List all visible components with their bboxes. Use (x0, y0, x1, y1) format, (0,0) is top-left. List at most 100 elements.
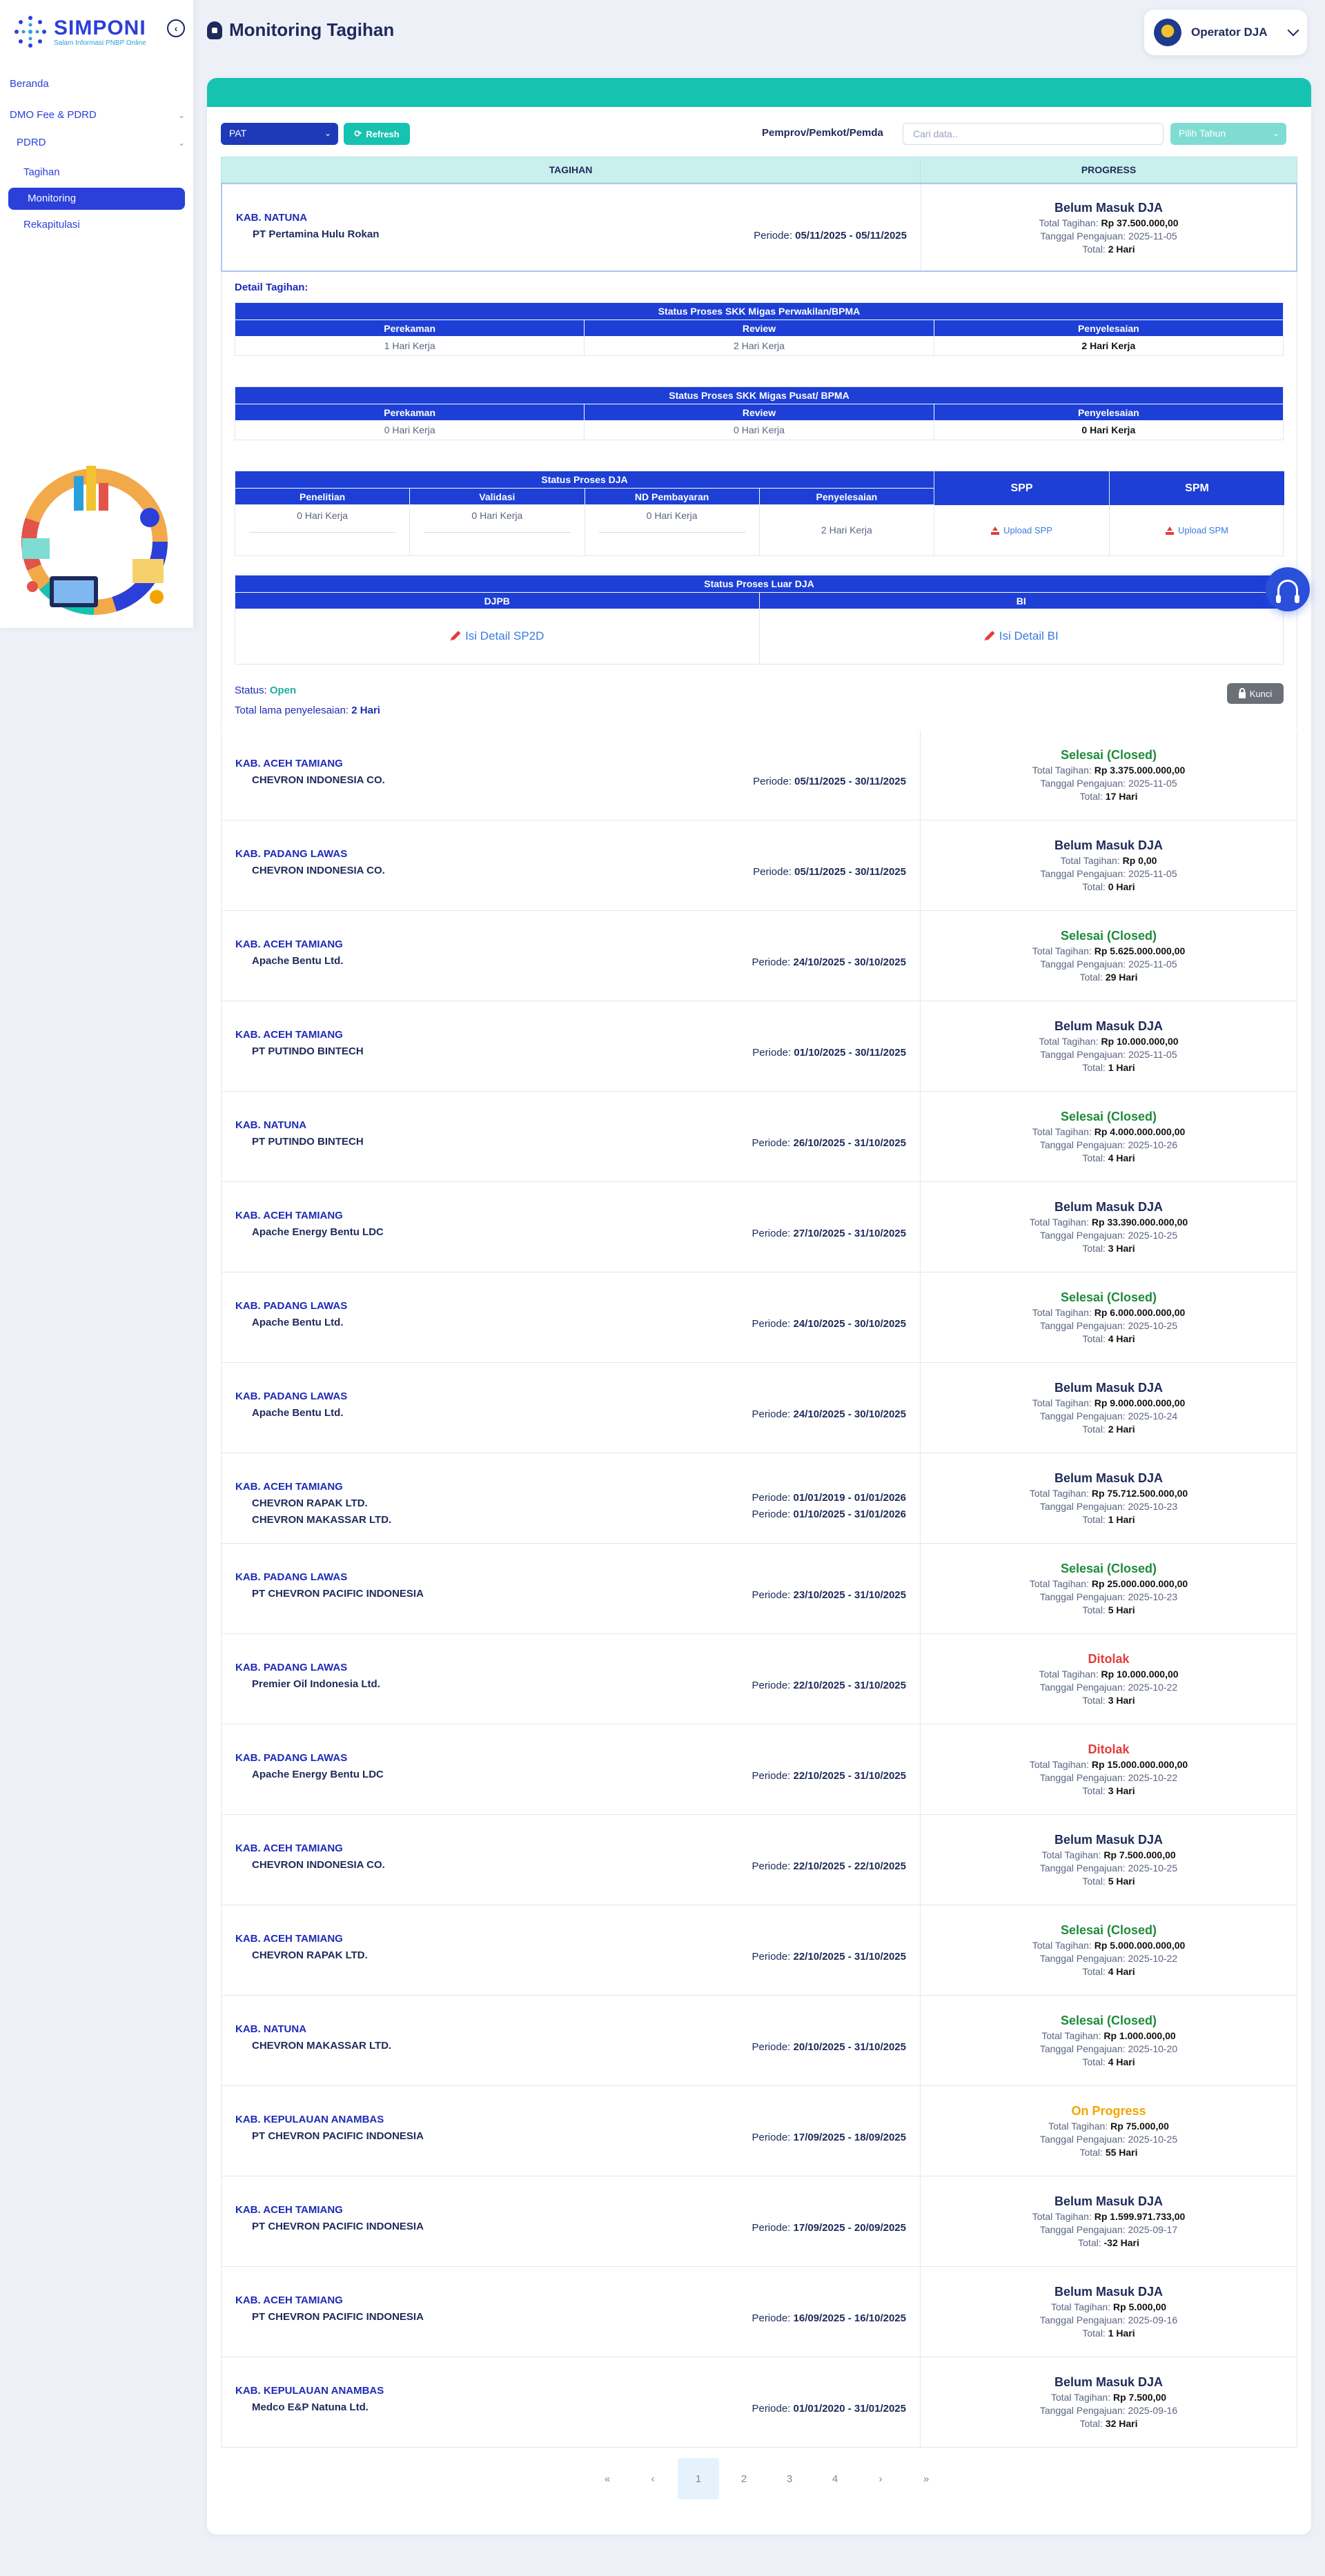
table-row[interactable]: KAB. NATUNA CHEVRON MAKASSAR LTD. Periode:… (221, 1996, 1297, 2086)
row-tagihan-cell[interactable]: KAB. ACEH TAMIANG PT CHEVRON PACIFIC INDO… (222, 2267, 921, 2357)
row-tagihan-cell[interactable]: KAB. PADANG LAWAS Apache Bentu Ltd. Period… (222, 1363, 921, 1453)
row-periode: Periode: 22/10/2025 - 31/10/2025 (752, 1770, 906, 1782)
search-input[interactable] (903, 123, 1164, 145)
table-row[interactable]: KAB. PADANG LAWAS Apache Bentu Ltd. Period… (221, 1272, 1297, 1363)
total-tagihan: Total Tagihan: Rp 6.000.000.000,00 (1032, 1307, 1186, 1318)
total-tagihan-label: Total Tagihan: (1041, 1849, 1101, 1860)
pencil-icon (448, 629, 462, 643)
row-periode: Periode: 17/09/2025 - 18/09/2025 (752, 2132, 906, 2143)
table-row[interactable]: KAB. NATUNA PT PUTINDO BINTECH Periode: 26… (221, 1092, 1297, 1182)
tanggal-pengajuan: Tanggal Pengajuan: 2025-09-16 (1040, 2314, 1177, 2326)
pagination-page-2[interactable]: 2 (723, 2458, 765, 2499)
table-row[interactable]: KAB. PADANG LAWAS Apache Bentu Ltd. Period… (221, 1363, 1297, 1453)
row-tagihan-cell[interactable]: KAB. PADANG LAWAS CHEVRON INDONESIA CO. Pe… (222, 820, 921, 910)
row-tagihan-cell[interactable]: KAB. ACEH TAMIANG CHEVRON INDONESIA CO. Pe… (222, 1815, 921, 1905)
sidebar-item-beranda[interactable]: Beranda (10, 78, 49, 90)
row-tagihan-cell[interactable]: KAB. PADANG LAWAS Premier Oil Indonesia L… (222, 1634, 921, 1724)
pagination-page-3[interactable]: 3 (769, 2458, 810, 2499)
pagination-prev-button[interactable]: ‹ (632, 2458, 674, 2499)
sidebar-item-tagihan[interactable]: Tagihan (23, 166, 60, 178)
tanggal-pengajuan: Tanggal Pengajuan: 2025-10-25 (1040, 1230, 1177, 1241)
app-logo[interactable]: SIMPONI Salam Informasi PNBP Online (12, 14, 146, 50)
kunci-button[interactable]: Kunci (1227, 683, 1284, 704)
sidebar-item-rekapitulasi[interactable]: Rekapitulasi (23, 219, 80, 230)
pagination-first-button[interactable]: « (587, 2458, 628, 2499)
row-tagihan-cell[interactable]: KAB. KEPULAUAN ANAMBAS Medco E&P Natuna L… (222, 2357, 921, 2447)
pagination-next-button[interactable]: › (860, 2458, 901, 2499)
row-tagihan-cell[interactable]: KAB. NATUNA PT Pertamina Hulu Rokan Peri… (222, 184, 921, 271)
tanggal-pengajuan-label: Tanggal Pengajuan: (1039, 1862, 1126, 1874)
total-tagihan-label: Total Tagihan: (1048, 2121, 1108, 2132)
upload-spp-button[interactable]: Upload SPP (934, 505, 1109, 555)
periode-label: Periode: (752, 956, 791, 968)
row-tagihan-cell[interactable]: KAB. ACEH TAMIANG PT PUTINDO BINTECH Perio… (222, 1001, 921, 1091)
periode-label: Periode: (752, 1137, 791, 1149)
sidebar-item-pdrd[interactable]: PDRD (17, 137, 46, 148)
pagination-last-button[interactable]: » (905, 2458, 947, 2499)
total-hari-value: -32 Hari (1103, 2237, 1139, 2248)
row-progress-cell: Belum Masuk DJA Total Tagihan: Rp 7.500.0… (921, 1815, 1297, 1905)
total-hari-value: 1 Hari (1108, 1514, 1135, 1525)
row-progress-cell: Belum Masuk DJA Total Tagihan: Rp 7.500,0… (921, 2357, 1297, 2447)
table-row[interactable]: KAB. ACEH TAMIANG CHEVRON INDONESIA CO. Pe… (221, 1815, 1297, 1905)
table-row[interactable]: KAB. ACEH TAMIANG PT CHEVRON PACIFIC INDO… (221, 2267, 1297, 2357)
row-progress-cell: On Progress Total Tagihan: Rp 75.000,00 Ta… (921, 2086, 1297, 2176)
total-hari: Total: 1 Hari (1082, 2328, 1135, 2339)
table-row[interactable]: KAB. ACEH TAMIANG PT CHEVRON PACIFIC INDO… (221, 2176, 1297, 2267)
type-select[interactable]: PAT ⌄ (221, 123, 338, 145)
table-row[interactable]: KAB. PADANG LAWAS Apache Energy Bentu LDC… (221, 1724, 1297, 1815)
sidebar-item-monitoring[interactable]: Monitoring (8, 188, 185, 210)
total-tagihan: Total Tagihan: Rp 33.390.000.000,00 (1030, 1217, 1188, 1228)
total-hari: Total: -32 Hari (1078, 2237, 1139, 2248)
chevron-down-icon[interactable]: ⌄ (178, 138, 185, 148)
row-kab: KAB. PADANG LAWAS (235, 1300, 348, 1312)
row-tagihan-cell[interactable]: KAB. PADANG LAWAS Apache Bentu Ltd. Period… (222, 1272, 921, 1362)
row-progress-cell: Selesai (Closed) Total Tagihan: Rp 6.000.… (921, 1272, 1297, 1362)
upload-spm-button[interactable]: Upload SPM (1110, 505, 1284, 555)
total-hari-value: 3 Hari (1108, 1243, 1135, 1254)
pagination-page-4[interactable]: 4 (814, 2458, 856, 2499)
refresh-button[interactable]: ⟳ Refresh (344, 123, 410, 145)
table-row-expanded[interactable]: KAB. NATUNA PT Pertamina Hulu Rokan Peri… (221, 183, 1297, 272)
row-tagihan-cell[interactable]: KAB. PADANG LAWAS Apache Energy Bentu LDC… (222, 1724, 921, 1814)
row-tagihan-cell[interactable]: KAB. NATUNA PT PUTINDO BINTECH Periode: 26… (222, 1092, 921, 1181)
table-row[interactable]: KAB. PADANG LAWAS Premier Oil Indonesia L… (221, 1634, 1297, 1724)
row-kab: KAB. PADANG LAWAS (235, 1752, 348, 1764)
support-chat-button[interactable] (1266, 567, 1310, 611)
pagination-page-1[interactable]: 1 (678, 2458, 719, 2499)
row-tagihan-cell[interactable]: KAB. ACEH TAMIANG Apache Bentu Ltd. Period… (222, 911, 921, 1001)
row-tagihan-cell[interactable]: KAB. KEPULAUAN ANAMBAS PT CHEVRON PACIFIC… (222, 2086, 921, 2176)
table-row[interactable]: KAB. ACEH TAMIANG Apache Energy Bentu LDC… (221, 1182, 1297, 1272)
table-row[interactable]: KAB. ACEH TAMIANG CHEVRON RAPAK LTD. Perio… (221, 1905, 1297, 1996)
row-tagihan-cell[interactable]: KAB. ACEH TAMIANG CHEVRON RAPAK LTD. Perio… (222, 1905, 921, 1995)
collapse-sidebar-button[interactable]: ‹ (167, 19, 185, 37)
table-row[interactable]: KAB. KEPULAUAN ANAMBAS PT CHEVRON PACIFIC… (221, 2086, 1297, 2176)
row-tagihan-cell[interactable]: KAB. ACEH TAMIANG CHEVRON INDONESIA CO. Pe… (222, 730, 921, 820)
tanggal-value: 2025-11-05 (1128, 230, 1177, 242)
table-row[interactable]: KAB. ACEH TAMIANG Apache Bentu Ltd. Period… (221, 911, 1297, 1001)
isi-detail-sp2d-button[interactable]: Isi Detail SP2D (235, 609, 760, 664)
total-hari-value: 1 Hari (1108, 2328, 1135, 2339)
tanggal-pengajuan-label: Tanggal Pengajuan: (1040, 1049, 1126, 1060)
isi-detail-bi-button[interactable]: Isi Detail BI (760, 609, 1284, 664)
total-lama-line: Total lama penyelesaian: 2 Hari (235, 705, 380, 716)
divider (424, 532, 571, 533)
table-row[interactable]: KAB. PADANG LAWAS CHEVRON INDONESIA CO. Pe… (221, 820, 1297, 911)
table-row[interactable]: KAB. ACEH TAMIANG CHEVRON INDONESIA CO. Pe… (221, 730, 1297, 820)
row-tagihan-cell[interactable]: KAB. ACEH TAMIANG PT CHEVRON PACIFIC INDO… (222, 2176, 921, 2266)
row-tagihan-cell[interactable]: KAB. PADANG LAWAS PT CHEVRON PACIFIC INDO… (222, 1544, 921, 1633)
table-row[interactable]: KAB. ACEH TAMIANG PT PUTINDO BINTECH Perio… (221, 1001, 1297, 1092)
year-select[interactable]: Pilih Tahun ⌄ (1170, 123, 1286, 145)
tanggal-pengajuan-label: Tanggal Pengajuan: (1039, 2043, 1126, 2054)
row-tagihan-cell[interactable]: KAB. ACEH TAMIANG Apache Energy Bentu LDC… (222, 1182, 921, 1272)
table-row[interactable]: KAB. KEPULAUAN ANAMBAS Medco E&P Natuna L… (221, 2357, 1297, 2448)
user-menu[interactable]: Operator DJA (1144, 10, 1307, 55)
row-tagihan-cell[interactable]: KAB. ACEH TAMIANG CHEVRON RAPAK LTD. CHEVR… (222, 1453, 921, 1543)
row-tagihan-cell[interactable]: KAB. NATUNA CHEVRON MAKASSAR LTD. Periode:… (222, 1996, 921, 2085)
sidebar-item-dmo-fee-pdrd[interactable]: DMO Fee & PDRD (10, 109, 97, 121)
table-row[interactable]: KAB. PADANG LAWAS PT CHEVRON PACIFIC INDO… (221, 1544, 1297, 1634)
status-text: Ditolak (1088, 1742, 1130, 1756)
table-row[interactable]: KAB. ACEH TAMIANG CHEVRON RAPAK LTD. CHEVR… (221, 1453, 1297, 1544)
total-tagihan: Total Tagihan: Rp 5.625.000.000,00 (1032, 945, 1186, 956)
chevron-down-icon[interactable]: ⌄ (178, 110, 185, 120)
